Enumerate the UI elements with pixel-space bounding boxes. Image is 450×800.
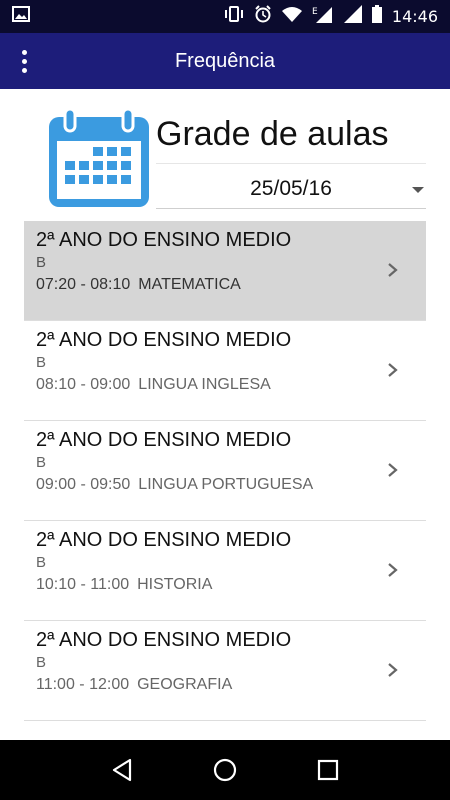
image-icon	[12, 6, 30, 27]
recents-square-icon	[318, 759, 339, 781]
class-group: B	[36, 354, 47, 371]
home-button[interactable]	[205, 750, 245, 790]
class-list: 2ª ANO DO ENSINO MEDIO B 07:20 - 08:10 MA…	[24, 221, 426, 721]
system-nav-bar	[0, 740, 450, 800]
class-time: 09:00 - 09:50	[36, 476, 131, 493]
back-button[interactable]	[102, 750, 142, 790]
schedule-header: Grade de aulas 25/05/16	[0, 89, 450, 221]
wifi-icon	[281, 6, 302, 27]
recents-button[interactable]	[308, 750, 348, 790]
class-group: B	[36, 454, 47, 471]
class-group: B	[36, 254, 47, 271]
chevron-right-icon	[388, 363, 398, 377]
calendar-icon	[49, 107, 149, 207]
class-schedule: 08:10 - 09:00 LINGUA INGLESA	[36, 376, 271, 394]
svg-text:E: E	[312, 7, 318, 17]
app-title: Frequência	[174, 49, 276, 72]
class-name: 2ª ANO DO ENSINO MEDIO	[36, 429, 292, 451]
divider	[156, 163, 426, 164]
class-list-item[interactable]: 2ª ANO DO ENSINO MEDIO B 10:10 - 11:00 HI…	[24, 521, 426, 621]
overflow-menu-icon[interactable]	[22, 33, 62, 89]
clock-time: 14:46	[391, 7, 438, 26]
class-name: 2ª ANO DO ENSINO MEDIO	[36, 529, 292, 551]
chevron-right-icon	[388, 463, 398, 477]
home-circle-icon	[213, 758, 237, 782]
app-bar: Frequência	[0, 33, 450, 89]
selected-date: 25/05/16	[250, 177, 332, 200]
class-subject: LINGUA INGLESA	[138, 376, 271, 393]
signal-icon	[343, 5, 362, 28]
battery-icon	[371, 5, 382, 28]
class-subject: HISTORIA	[137, 576, 213, 593]
class-name: 2ª ANO DO ENSINO MEDIO	[36, 329, 292, 351]
class-subject: LINGUA PORTUGUESA	[138, 476, 314, 493]
page-title: Grade de aulas	[156, 115, 389, 153]
class-list-item[interactable]: 2ª ANO DO ENSINO MEDIO B 08:10 - 09:00 LI…	[24, 321, 426, 421]
class-subject: MATEMATICA	[138, 276, 241, 293]
class-time: 08:10 - 09:00	[36, 376, 131, 393]
class-subject: GEOGRAFIA	[137, 676, 233, 693]
chevron-right-icon	[388, 663, 398, 677]
signal-e-icon: E	[312, 5, 334, 28]
date-dropdown[interactable]: 25/05/16	[156, 173, 426, 209]
vibrate-icon	[224, 6, 244, 27]
class-list-item[interactable]: 2ª ANO DO ENSINO MEDIO B 09:00 - 09:50 LI…	[24, 421, 426, 521]
chevron-right-icon	[388, 263, 398, 277]
class-name: 2ª ANO DO ENSINO MEDIO	[36, 629, 292, 651]
alarm-icon	[254, 5, 272, 28]
class-schedule: 10:10 - 11:00 HISTORIA	[36, 576, 212, 594]
chevron-right-icon	[388, 563, 398, 577]
class-schedule: 11:00 - 12:00 GEOGRAFIA	[36, 676, 232, 694]
class-schedule: 07:20 - 08:10 MATEMATICA	[36, 276, 241, 294]
class-name: 2ª ANO DO ENSINO MEDIO	[36, 229, 292, 251]
class-list-item[interactable]: 2ª ANO DO ENSINO MEDIO B 07:20 - 08:10 MA…	[24, 221, 426, 321]
class-time: 07:20 - 08:10	[36, 276, 131, 293]
class-schedule: 09:00 - 09:50 LINGUA PORTUGUESA	[36, 476, 313, 494]
class-group: B	[36, 654, 47, 671]
class-group: B	[36, 554, 47, 571]
dropdown-arrow-icon	[412, 187, 424, 193]
back-triangle-icon	[112, 758, 131, 782]
class-time: 10:10 - 11:00	[36, 576, 130, 593]
status-bar: E 14:46	[0, 0, 450, 33]
class-time: 11:00 - 12:00	[36, 676, 130, 693]
class-list-item[interactable]: 2ª ANO DO ENSINO MEDIO B 11:00 - 12:00 GE…	[24, 621, 426, 721]
